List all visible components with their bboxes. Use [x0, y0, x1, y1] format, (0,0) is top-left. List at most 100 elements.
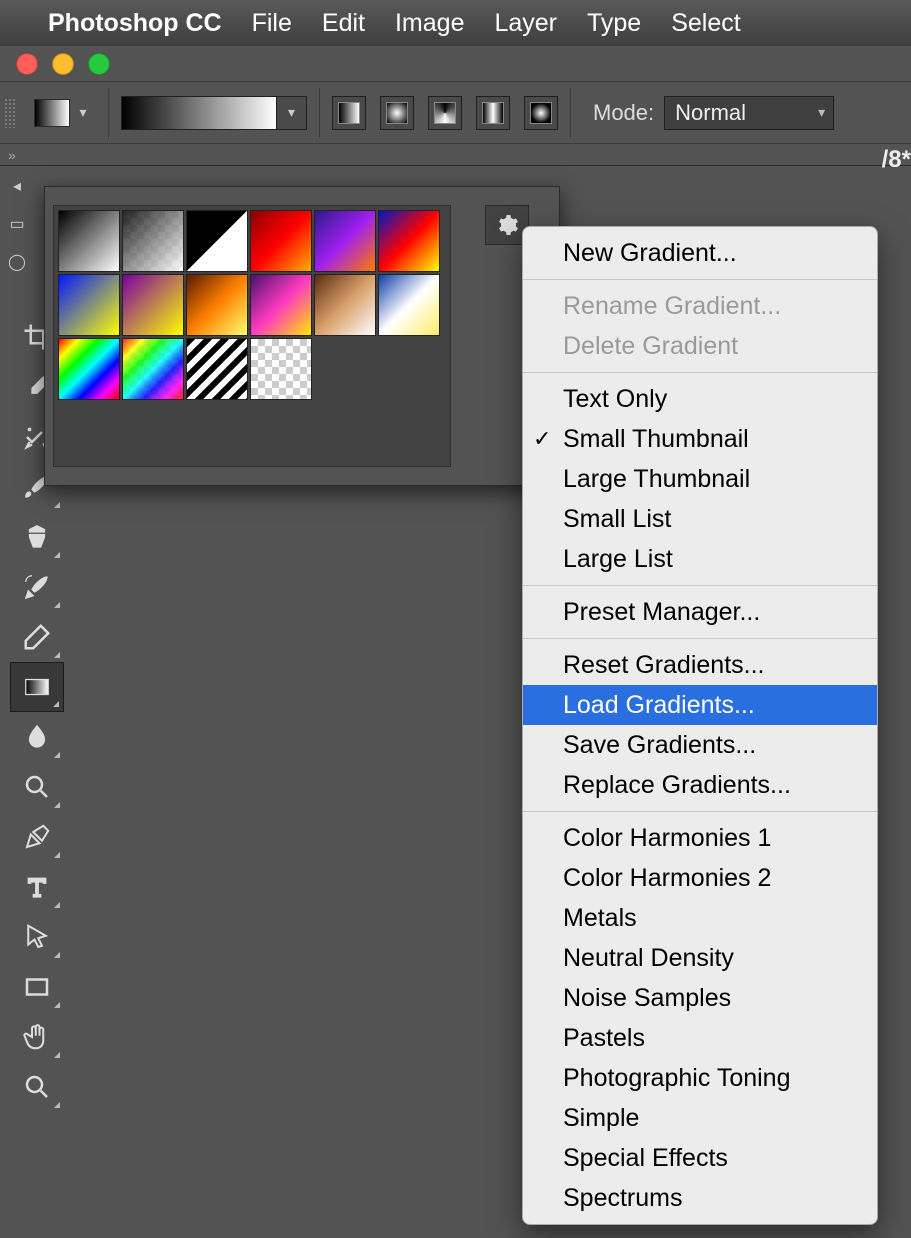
menu-item-special-effects[interactable]: Special Effects — [523, 1138, 877, 1178]
gradient-type-linear[interactable] — [332, 96, 366, 130]
submenu-indicator-icon — [54, 602, 60, 608]
gradient-swatch[interactable] — [378, 274, 440, 336]
menu-item-label: Load Gradients... — [563, 691, 755, 720]
submenu-indicator-icon — [54, 752, 60, 758]
menu-item-small-list[interactable]: Small List — [523, 499, 877, 539]
dodge-tool[interactable] — [10, 762, 64, 812]
marquee-icon[interactable]: ▭ — [9, 214, 24, 234]
eraser-tool[interactable] — [10, 612, 64, 662]
menu-separator — [523, 372, 877, 373]
tool-preset-preview[interactable] — [34, 99, 70, 127]
menu-item-label: Color Harmonies 2 — [563, 864, 771, 893]
gradient-swatch[interactable] — [186, 274, 248, 336]
menu-item-large-thumbnail[interactable]: Large Thumbnail — [523, 459, 877, 499]
menu-item-save-gradients[interactable]: Save Gradients... — [523, 725, 877, 765]
gradient-tool[interactable] — [10, 662, 64, 712]
menu-item-neutral-density[interactable]: Neutral Density — [523, 938, 877, 978]
menu-item-label: Text Only — [563, 385, 667, 414]
gradient-swatch[interactable] — [58, 210, 120, 272]
menu-item-large-list[interactable]: Large List — [523, 539, 877, 579]
gradient-swatch[interactable] — [250, 274, 312, 336]
menu-edit[interactable]: Edit — [322, 9, 365, 38]
menu-item-pastels[interactable]: Pastels — [523, 1018, 877, 1058]
menu-item-label: Save Gradients... — [563, 731, 756, 760]
gradient-swatch[interactable] — [58, 274, 120, 336]
radial-gradient-icon — [386, 102, 408, 124]
menu-item-new-gradient[interactable]: New Gradient... — [523, 233, 877, 273]
gradient-picker-dropdown[interactable]: ▾ — [277, 96, 307, 130]
menu-layer[interactable]: Layer — [494, 9, 557, 38]
window-minimize-button[interactable] — [52, 53, 74, 75]
submenu-indicator-icon — [54, 1002, 60, 1008]
menu-item-label: Replace Gradients... — [563, 771, 791, 800]
lasso-icon[interactable]: ◯ — [8, 252, 26, 272]
menu-item-label: Metals — [563, 904, 637, 933]
menu-separator — [523, 279, 877, 280]
document-title-fragment: /8* — [882, 146, 911, 174]
type-tool[interactable] — [10, 862, 64, 912]
gradient-editor-preview[interactable] — [121, 96, 277, 130]
gradient-swatch[interactable] — [314, 210, 376, 272]
menu-image[interactable]: Image — [395, 9, 464, 38]
menu-item-rename-gradient: Rename Gradient... — [523, 286, 877, 326]
gradient-swatch[interactable] — [122, 210, 184, 272]
gradient-swatch[interactable] — [186, 338, 248, 400]
menu-select[interactable]: Select — [671, 9, 740, 38]
diamond-gradient-icon — [530, 102, 552, 124]
menu-file[interactable]: File — [252, 9, 292, 38]
collapse-icon[interactable]: ◂ — [13, 176, 21, 196]
gradient-swatch[interactable] — [250, 210, 312, 272]
gradient-type-diamond[interactable] — [524, 96, 558, 130]
menu-item-spectrums[interactable]: Spectrums — [523, 1178, 877, 1218]
app-name[interactable]: Photoshop CC — [48, 9, 222, 38]
path-selection-tool[interactable] — [10, 912, 64, 962]
gradient-swatch[interactable] — [122, 338, 184, 400]
divider — [319, 88, 320, 138]
gradient-swatch[interactable] — [186, 210, 248, 272]
blur-tool[interactable] — [10, 712, 64, 762]
gradient-swatch[interactable] — [314, 274, 376, 336]
menu-item-label: Color Harmonies 1 — [563, 824, 771, 853]
menu-item-small-thumbnail[interactable]: ✓Small Thumbnail — [523, 419, 877, 459]
menu-type[interactable]: Type — [587, 9, 641, 38]
menu-item-replace-gradients[interactable]: Replace Gradients... — [523, 765, 877, 805]
gradient-type-radial[interactable] — [380, 96, 414, 130]
window-close-button[interactable] — [16, 53, 38, 75]
clone-stamp-tool[interactable] — [10, 512, 64, 562]
menu-item-text-only[interactable]: Text Only — [523, 379, 877, 419]
options-bar-grip[interactable] — [4, 98, 16, 128]
menu-item-reset-gradients[interactable]: Reset Gradients... — [523, 645, 877, 685]
gradient-swatch[interactable] — [378, 210, 440, 272]
menu-item-label: Large Thumbnail — [563, 465, 750, 494]
menu-item-color-harmonies-1[interactable]: Color Harmonies 1 — [523, 818, 877, 858]
menu-item-label: Rename Gradient... — [563, 292, 781, 321]
submenu-indicator-icon — [54, 1102, 60, 1108]
gradient-swatch[interactable] — [122, 274, 184, 336]
menu-item-color-harmonies-2[interactable]: Color Harmonies 2 — [523, 858, 877, 898]
panel-tab-bar: » — [0, 144, 911, 166]
pen-tool[interactable] — [10, 812, 64, 862]
gradient-swatch[interactable] — [250, 338, 312, 400]
menu-item-noise-samples[interactable]: Noise Samples — [523, 978, 877, 1018]
menu-item-simple[interactable]: Simple — [523, 1098, 877, 1138]
gradient-type-angle[interactable] — [428, 96, 462, 130]
rectangle-tool[interactable] — [10, 962, 64, 1012]
divider — [108, 88, 109, 138]
menu-item-metals[interactable]: Metals — [523, 898, 877, 938]
menu-item-photographic-toning[interactable]: Photographic Toning — [523, 1058, 877, 1098]
menu-item-preset-manager[interactable]: Preset Manager... — [523, 592, 877, 632]
gradient-swatch[interactable] — [58, 338, 120, 400]
gradient-type-reflected[interactable] — [476, 96, 510, 130]
history-brush-tool[interactable] — [10, 562, 64, 612]
menu-item-load-gradients[interactable]: Load Gradients... — [523, 685, 877, 725]
submenu-indicator-icon — [54, 552, 60, 558]
blend-mode-select[interactable]: Normal — [664, 96, 834, 130]
tool-preset-dropdown[interactable]: ▾ — [70, 99, 96, 127]
hand-tool[interactable] — [10, 1012, 64, 1062]
window-zoom-button[interactable] — [88, 53, 110, 75]
gradient-picker-panel — [44, 186, 560, 486]
menu-item-label: Noise Samples — [563, 984, 731, 1013]
zoom-tool[interactable] — [10, 1062, 64, 1112]
expand-panels-icon[interactable]: » — [8, 147, 16, 163]
menu-item-label: Reset Gradients... — [563, 651, 764, 680]
